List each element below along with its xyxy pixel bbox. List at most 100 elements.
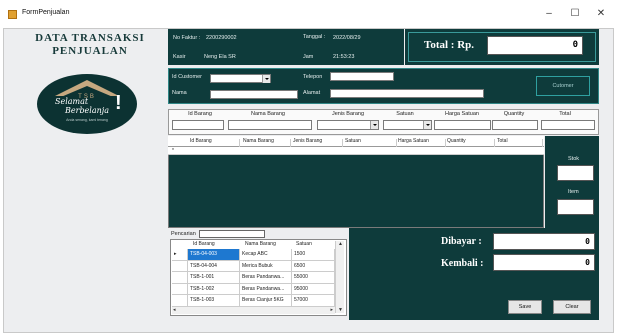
stok-field[interactable] [557, 165, 594, 181]
entry-header-id: Id Barang [188, 111, 212, 117]
grid-header-nama[interactable]: Nama Barang [243, 139, 291, 147]
list-cell-id[interactable]: TSB-04-003 [188, 249, 240, 261]
customer-button[interactable]: Cutomer [536, 76, 590, 96]
entry-nama-field[interactable] [228, 120, 312, 130]
minimize-button[interactable]: – [538, 6, 560, 22]
logo-line2: Berbelanja [65, 106, 110, 115]
entry-header-nama: Nama Barang [251, 111, 285, 117]
clear-button[interactable]: Clear [553, 300, 591, 314]
dibayar-field[interactable]: 0 [493, 233, 595, 250]
scroll-right-icon[interactable]: ▸ [330, 307, 333, 313]
list-item[interactable]: TSB-1-001 Beras Pandanwa... 55000 [172, 272, 335, 284]
telepon-field[interactable] [330, 72, 394, 81]
list-cell-satuan[interactable]: 95000 [292, 283, 335, 295]
chevron-down-icon[interactable] [262, 75, 270, 83]
list-cell-marker[interactable] [172, 295, 188, 307]
kembali-label: Kembali : [441, 258, 484, 269]
entry-header-satuan: Satuan [396, 111, 414, 117]
list-cell-nama[interactable]: Beras Pandanwa... [240, 283, 292, 295]
grid-header-harga[interactable]: Harga Satuan [398, 139, 446, 147]
list-cell-nama[interactable]: Beras Cianjur 5KG [240, 295, 292, 307]
entry-jenis-combo[interactable] [317, 120, 379, 130]
nama-field[interactable] [210, 90, 298, 99]
alamat-label: Alamat [303, 90, 321, 96]
list-cell-id[interactable]: TSB-1-001 [188, 272, 240, 284]
entry-id-field[interactable] [172, 120, 224, 130]
list-cell-marker[interactable] [172, 272, 188, 284]
item-field[interactable] [557, 199, 594, 215]
store-logo: TSB Selamat Berbelanja ! Anda senang, ka… [37, 74, 137, 134]
list-item[interactable]: TSB-04-004 Merica Bubuk 6500 [172, 260, 335, 272]
close-button[interactable]: ✕ [590, 6, 612, 22]
list-cell-marker[interactable]: ▸ [172, 249, 188, 261]
list-cell-satuan[interactable]: 57000 [292, 295, 335, 307]
list-cell-satuan[interactable]: 1500 [292, 249, 335, 261]
scroll-up-icon[interactable]: ▲ [338, 241, 343, 247]
logo-tagline: Anda senang, kami tenang [66, 118, 108, 122]
kasir-value: Neng Ela SR [204, 54, 236, 60]
grid-header-quantity[interactable]: Quantity [447, 139, 495, 147]
list-item[interactable]: TSB-1-003 Beras Cianjur 5KG 57000 [172, 295, 335, 307]
list-cell-nama[interactable]: Beras Pandanwa... [240, 272, 292, 284]
list-cell-satuan[interactable]: 55000 [292, 272, 335, 284]
kembali-field[interactable]: 0 [493, 254, 595, 271]
list-cell-id[interactable]: TSB-04-004 [188, 260, 240, 272]
scroll-down-icon[interactable]: ▼ [338, 307, 343, 313]
tanggal-label: Tanggal : [303, 34, 326, 40]
stok-label: Stok [568, 156, 580, 162]
jam-label: Jam [303, 54, 314, 60]
list-cell-marker[interactable] [172, 260, 188, 272]
jam-value: 21:53:23 [333, 54, 355, 60]
search-input[interactable] [199, 230, 265, 238]
brand-title-line1: DATA TRANSAKSI [35, 32, 145, 44]
list-header-satuan[interactable]: Satuan [296, 241, 312, 247]
list-cell-nama[interactable]: Merica Bubuk [240, 260, 292, 272]
search-label: Pencarian [171, 231, 196, 237]
entry-header-jenis: Jenis Barang [331, 111, 365, 117]
list-cell-id[interactable]: TSB-1-003 [188, 295, 240, 307]
save-button[interactable]: Save [508, 300, 542, 314]
list-cell-id[interactable]: TSB-1-002 [188, 283, 240, 295]
id-customer-label: Id Customer [172, 74, 202, 80]
kasir-label: Kasir [173, 54, 186, 60]
entry-header-total: Total [559, 111, 571, 117]
faktur-label: No Faktur : [173, 35, 201, 41]
list-header-nama[interactable]: Nama Barang [245, 241, 276, 247]
grid-header-id[interactable]: Id Barang [190, 139, 240, 147]
exclamation-icon: ! [115, 92, 122, 114]
total-label: Total : Rp. [424, 39, 475, 51]
entry-harga-field[interactable] [434, 120, 491, 130]
alamat-field[interactable] [330, 89, 484, 98]
grid-header-satuan[interactable]: Satuan [345, 139, 397, 147]
list-item[interactable]: TSB-1-002 Beras Pandanwa... 95000 [172, 283, 335, 295]
faktur-value: 2200290002 [206, 35, 237, 41]
entry-header-harga: Harga Satuan [445, 111, 479, 117]
grid-row-marker: * [172, 148, 174, 154]
window-title: FormPenjualan [22, 9, 70, 16]
list-cell-nama[interactable]: Kecap ABC [240, 249, 292, 261]
telepon-label: Telepon [303, 74, 323, 80]
entry-header-quantity: Quantity [503, 111, 525, 117]
list-header-id[interactable]: Id Barang [193, 241, 215, 247]
grid-header-total[interactable]: Total [497, 139, 543, 147]
title-bar: FormPenjualan – ☐ ✕ [0, 0, 618, 28]
list-item[interactable]: ▸ TSB-04-003 Kecap ABC 1500 [172, 249, 335, 261]
entry-satuan-combo[interactable] [383, 120, 432, 130]
entry-quantity-field[interactable] [492, 120, 538, 130]
maximize-button[interactable]: ☐ [564, 6, 586, 22]
total-field[interactable]: 0 [487, 36, 583, 55]
list-horizontal-scrollbar[interactable]: ◂ ▸ [172, 306, 335, 314]
scroll-left-icon[interactable]: ◂ [173, 307, 176, 313]
id-customer-combo[interactable] [210, 74, 271, 83]
brand-title-line2: PENJUALAN [52, 45, 128, 57]
chevron-down-icon[interactable] [423, 121, 431, 129]
list-vertical-scrollbar[interactable]: ▲ ▼ [335, 241, 344, 313]
grid-header-jenis[interactable]: Jenis Barang [293, 139, 343, 147]
list-cell-satuan[interactable]: 6500 [292, 260, 335, 272]
entry-total-field[interactable] [541, 120, 595, 130]
grid-new-row[interactable] [168, 147, 544, 155]
list-cell-marker[interactable] [172, 283, 188, 295]
product-list-rows: ▸ TSB-04-003 Kecap ABC 1500 TSB-04-004 Merica… [172, 249, 335, 307]
chevron-down-icon[interactable] [370, 121, 378, 129]
app-icon [8, 10, 17, 19]
